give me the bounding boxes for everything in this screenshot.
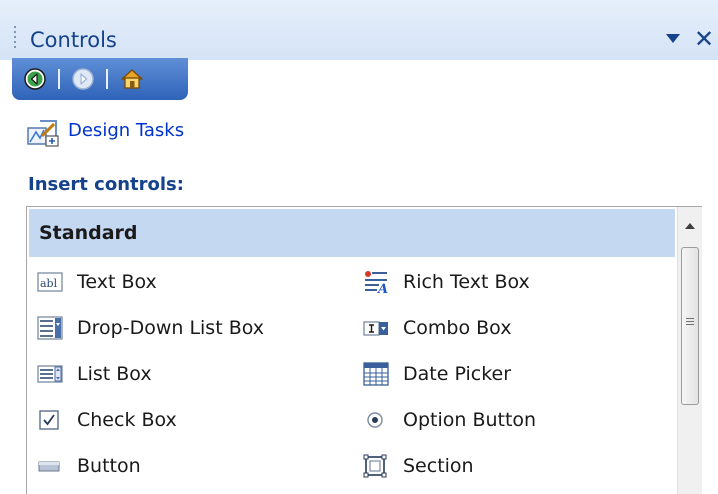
combo-box-icon	[363, 321, 388, 336]
group-header-standard[interactable]: Standard	[29, 209, 675, 257]
control-label: Text Box	[77, 271, 157, 293]
control-list-box[interactable]: List Box	[37, 351, 152, 397]
task-pane-title: Controls	[30, 28, 117, 52]
control-label: Check Box	[77, 409, 177, 431]
control-check-box[interactable]: Check Box	[37, 397, 177, 443]
control-label: Rich Text Box	[403, 271, 530, 293]
navigation-bar	[12, 58, 188, 100]
svg-text:A: A	[376, 282, 388, 294]
control-rich-text-box[interactable]: A Rich Text Box	[363, 259, 530, 305]
task-pane-title-bar: Controls ✕	[0, 0, 718, 60]
section-icon	[363, 454, 387, 478]
button-icon	[38, 461, 60, 472]
scrollbar-thumb[interactable]	[681, 247, 699, 405]
nav-separator	[58, 69, 60, 89]
nav-separator	[106, 69, 108, 89]
design-tasks-link[interactable]: Design Tasks	[68, 118, 184, 144]
option-button-icon	[367, 412, 383, 428]
control-label: Combo Box	[403, 317, 512, 339]
list-box-icon	[37, 365, 63, 383]
task-pane-options-dropdown[interactable]	[666, 34, 680, 43]
design-tasks-icon[interactable]	[26, 118, 60, 148]
control-label: List Box	[77, 363, 152, 385]
control-label: Section	[403, 455, 474, 477]
control-label: Button	[77, 455, 141, 477]
control-option-button[interactable]: Option Button	[363, 397, 536, 443]
check-box-icon	[39, 410, 59, 430]
forward-icon[interactable]	[72, 68, 94, 90]
vertical-scrollbar[interactable]	[677, 207, 702, 494]
control-button[interactable]: Button	[37, 443, 141, 489]
close-icon[interactable]: ✕	[694, 24, 714, 54]
control-section[interactable]: Section	[363, 443, 474, 489]
date-picker-icon	[363, 362, 389, 386]
back-icon[interactable]	[24, 68, 46, 90]
scrollbar-grip-icon	[686, 316, 694, 325]
control-label: Drop-Down List Box	[77, 317, 265, 339]
control-text-box[interactable]: abl Text Box	[37, 259, 157, 305]
insert-controls-heading: Insert controls:	[28, 174, 184, 195]
svg-text:abl: abl	[40, 277, 58, 290]
control-drop-down-list-box[interactable]: Drop-Down List Box	[37, 305, 264, 351]
control-date-picker[interactable]: Date Picker	[363, 351, 511, 397]
control-label: Date Picker	[403, 363, 512, 385]
text-box-icon: abl	[37, 272, 63, 292]
control-label: Option Button	[403, 409, 537, 431]
drop-down-list-box-icon	[37, 316, 63, 340]
rich-text-box-icon: A	[365, 271, 388, 294]
drag-grip-icon[interactable]	[14, 26, 17, 54]
home-icon[interactable]	[120, 68, 143, 90]
group-header-label: Standard	[39, 222, 138, 244]
controls-list-panel: Standard abl Text Box A Rich Text Box Dr…	[26, 206, 702, 494]
control-combo-box[interactable]: Combo Box	[363, 305, 511, 351]
scroll-up-arrow-icon[interactable]	[685, 223, 695, 229]
